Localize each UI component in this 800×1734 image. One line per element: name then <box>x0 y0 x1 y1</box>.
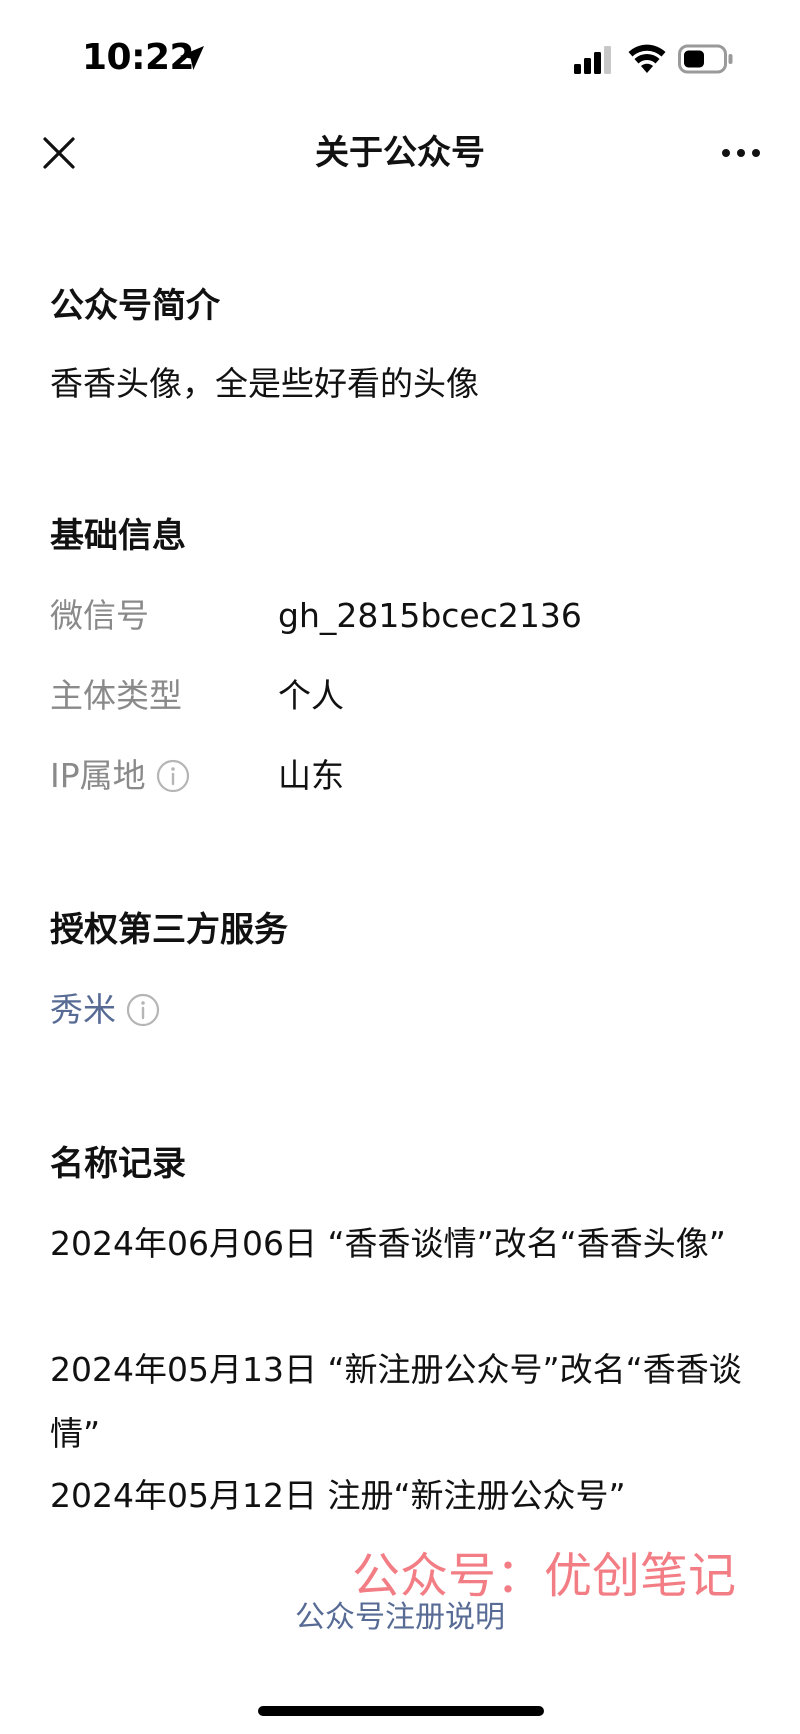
more-options-button[interactable] <box>716 130 766 176</box>
intro-heading: 公众号简介 <box>50 286 220 326</box>
wifi-icon <box>628 44 666 73</box>
cellular-signal-icon <box>574 46 611 74</box>
home-indicator[interactable] <box>258 1706 544 1716</box>
name-history-item: 2024年05月13日 “新注册公众号”改名“香香谈情” <box>50 1350 742 1453</box>
entity-type-label: 主体类型 <box>50 672 182 720</box>
services-heading: 授权第三方服务 <box>50 910 288 950</box>
service-item-label[interactable]: 秀米 <box>50 986 116 1034</box>
location-arrow-icon <box>180 46 204 70</box>
basic-info-heading: 基础信息 <box>50 516 186 556</box>
intro-text: 香香头像，全是些好看的头像 <box>50 364 479 403</box>
wechat-id-label-text: 微信号 <box>50 596 149 635</box>
name-history-item: 2024年05月12日 注册“新注册公众号” <box>50 1476 626 1515</box>
wechat-id-value[interactable]: gh_2815bcec2136 <box>278 592 582 640</box>
battery-icon <box>678 44 733 74</box>
page-title: 关于公众号 <box>315 133 485 173</box>
ip-location-label: IP属地 <box>50 752 190 800</box>
registration-info-link[interactable]: 公众号注册说明 <box>0 1596 800 1640</box>
about-official-account-screen: 10:22 关于公众号 公众号简介 香香头像，全是些好看的头像 基础信息 微信号… <box>0 0 800 1734</box>
info-circle-icon[interactable] <box>126 993 160 1027</box>
name-history-item: 2024年06月06日 “香香谈情”改名“香香头像” <box>50 1224 726 1263</box>
more-dots-icon <box>722 149 760 157</box>
entity-type-value: 个人 <box>278 676 344 715</box>
ip-location-label-text: IP属地 <box>50 756 146 795</box>
name-history-heading: 名称记录 <box>50 1144 186 1184</box>
service-item-xiumi[interactable]: 秀米 <box>50 986 160 1034</box>
ip-location-value: 山东 <box>278 756 344 795</box>
wechat-id-label: 微信号 <box>50 592 149 640</box>
info-circle-icon[interactable] <box>156 759 190 793</box>
entity-type-label-text: 主体类型 <box>50 676 182 715</box>
